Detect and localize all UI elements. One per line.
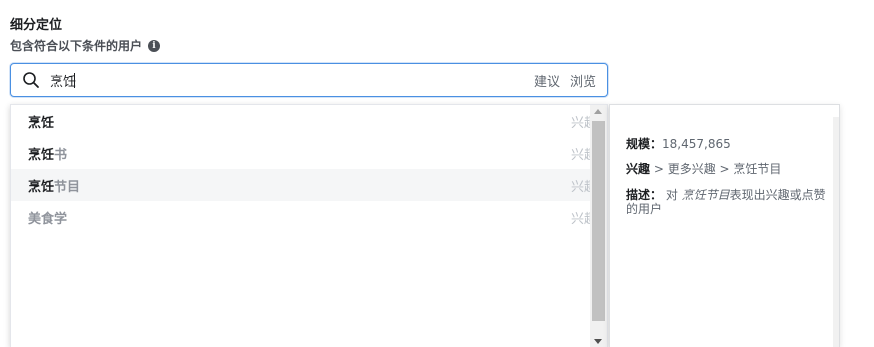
search-input[interactable]: 烹饪 (50, 71, 534, 90)
detailed-targeting-search[interactable]: 烹饪 建议 浏览 (10, 63, 608, 97)
section-title: 细分定位 (10, 18, 63, 33)
section-subtitle: 包含符合以下条件的用户 i (10, 37, 161, 54)
suggestion-label: 烹饪书 (28, 147, 68, 163)
scroll-down-arrow-icon[interactable] (594, 339, 602, 344)
suggestion-label: 烹饪 (28, 115, 55, 131)
scroll-up-arrow-icon[interactable] (594, 109, 602, 114)
suggestion-label: 烹饪节目 (28, 179, 81, 195)
suggestion-detail-panel: 规模：18,457,865 兴趣 > 更多兴趣 > 烹饪节目 描述： 对 烹饪节… (609, 104, 840, 347)
description: 描述： 对 烹饪节目表现出兴趣或点赞的用户 (626, 187, 826, 217)
browse-link[interactable]: 浏览 (570, 71, 596, 90)
detail-scrollbar[interactable] (833, 117, 839, 347)
audience-size-value: 18,457,865 (662, 137, 731, 151)
search-icon (22, 71, 40, 89)
suggestion-item-cooking-shows[interactable]: 烹饪节目 兴趣 (11, 169, 597, 201)
suggestion-item-cooking[interactable]: 烹饪 兴趣 (11, 105, 597, 137)
detail-content: 规模：18,457,865 兴趣 > 更多兴趣 > 烹饪节目 描述： 对 烹饪节… (626, 137, 826, 228)
suggestion-item-cookbooks[interactable]: 烹饪书 兴趣 (11, 137, 597, 169)
scroll-thumb[interactable] (592, 121, 605, 321)
interest-path: 兴趣 > 更多兴趣 > 烹饪节目 (626, 162, 782, 177)
suggestions-link[interactable]: 建议 (534, 71, 560, 90)
suggestion-item-gastronomy[interactable]: 美食学 兴趣 (11, 201, 597, 233)
search-input-value: 烹饪 (50, 74, 77, 90)
section-subtitle-text: 包含符合以下条件的用户 (10, 39, 143, 53)
text-caret (74, 72, 76, 88)
info-icon[interactable]: i (148, 39, 161, 52)
suggestion-dropdown: 烹饪 兴趣 烹饪书 兴趣 烹饪节目 兴趣 美食学 兴趣 (10, 104, 608, 347)
dropdown-scrollbar[interactable] (590, 105, 607, 347)
suggestion-label: 美食学 (28, 211, 68, 227)
audience-size: 规模：18,457,865 (626, 137, 731, 151)
